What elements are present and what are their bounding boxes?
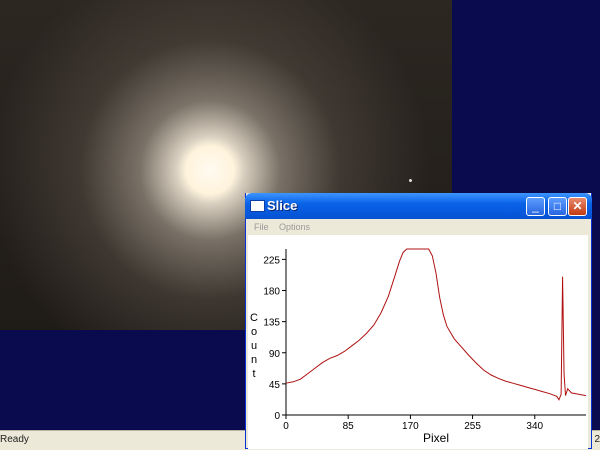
x-tick-label: 0 bbox=[283, 421, 289, 432]
y-axis-label-char: t bbox=[252, 368, 255, 380]
menu-options[interactable]: Options bbox=[279, 222, 310, 232]
y-tick-label: 180 bbox=[263, 287, 280, 298]
series-line bbox=[285, 248, 587, 401]
menu-bar: File Options bbox=[246, 220, 591, 235]
y-axis-label-char: n bbox=[251, 354, 257, 366]
slice-window[interactable]: Slice _ □ ✕ File Options 0 45 90 135 180 225 0… bbox=[245, 193, 592, 449]
slice-chart: 0 45 90 135 180 225 0 85 170 255 340 Pixel Count bbox=[250, 248, 587, 445]
plot-area: 0 45 90 135 180 225 0 85 170 255 340 Pixel Co u n t bbox=[248, 235, 588, 449]
star-point bbox=[409, 179, 412, 182]
y-tick-label: 225 bbox=[263, 255, 280, 266]
y-tick-label: 45 bbox=[269, 380, 281, 391]
window-icon bbox=[250, 200, 265, 212]
window-title: Slice bbox=[267, 198, 298, 213]
close-button[interactable]: ✕ bbox=[568, 197, 587, 216]
minimize-button[interactable]: _ bbox=[526, 197, 545, 216]
x-tick-label: 170 bbox=[402, 421, 419, 432]
x-tick-label: 255 bbox=[464, 421, 481, 432]
y-tick-label: 135 bbox=[263, 318, 280, 329]
y-axis-label-char: u bbox=[251, 340, 257, 352]
status-right-text: 2 bbox=[594, 434, 600, 445]
x-tick-label: 85 bbox=[343, 421, 355, 432]
maximize-button[interactable]: □ bbox=[548, 197, 567, 216]
x-axis-label: Pixel bbox=[423, 431, 449, 445]
y-axis-label-char: o bbox=[251, 326, 257, 338]
y-tick-label: 90 bbox=[269, 349, 281, 360]
status-text: Ready bbox=[0, 434, 29, 445]
title-bar[interactable]: Slice _ □ ✕ bbox=[245, 193, 592, 219]
y-tick-label: 0 bbox=[274, 411, 280, 422]
x-tick-label: 340 bbox=[526, 421, 543, 432]
y-axis-label-char: C bbox=[250, 312, 258, 324]
menu-file[interactable]: File bbox=[254, 222, 269, 232]
